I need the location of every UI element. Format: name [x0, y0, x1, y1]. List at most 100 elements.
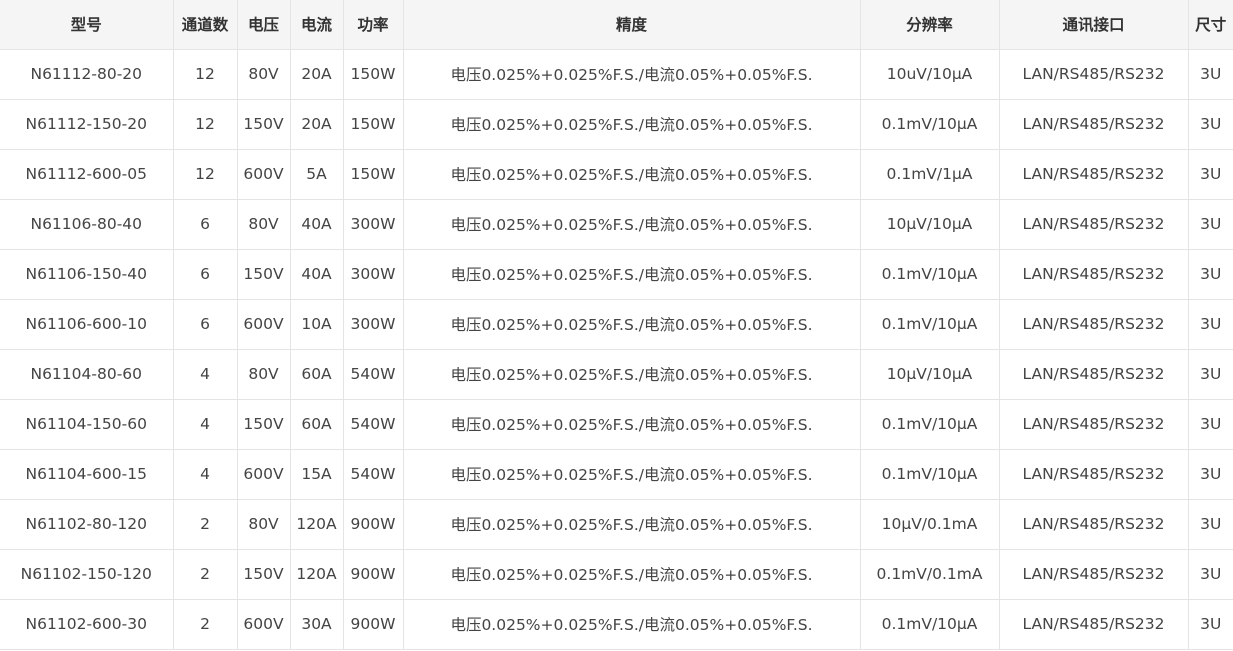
cell-channels: 2	[172, 598, 238, 650]
cell-accuracy: 电压0.025%+0.025%F.S./电流0.05%+0.05%F.S.	[402, 448, 861, 500]
cell-current: 15A	[289, 448, 344, 500]
cell-channels: 12	[172, 98, 238, 150]
cell-interface: LAN/RS485/RS232	[998, 298, 1189, 350]
cell-power: 540W	[342, 348, 404, 400]
cell-current: 20A	[289, 98, 344, 150]
cell-size: 3U	[1187, 448, 1233, 500]
header-current: 电流	[289, 0, 344, 50]
cell-interface: LAN/RS485/RS232	[998, 548, 1189, 600]
cell-channels: 12	[172, 48, 238, 100]
cell-size: 3U	[1187, 98, 1233, 150]
cell-voltage: 150V	[236, 548, 291, 600]
cell-size: 3U	[1187, 598, 1233, 650]
cell-accuracy: 电压0.025%+0.025%F.S./电流0.05%+0.05%F.S.	[402, 248, 861, 300]
cell-model: N61106-80-40	[0, 198, 174, 250]
cell-interface: LAN/RS485/RS232	[998, 598, 1189, 650]
cell-power: 150W	[342, 48, 404, 100]
cell-interface: LAN/RS485/RS232	[998, 498, 1189, 550]
cell-size: 3U	[1187, 248, 1233, 300]
table-row: N61104-600-15 4 600V 15A 540W 电压0.025%+0.025%…	[0, 448, 1233, 500]
cell-channels: 4	[172, 448, 238, 500]
table-row: N61112-600-05 12 600V 5A 150W 电压0.025%+0.025%…	[0, 148, 1233, 200]
table-row: N61104-80-60 4 80V 60A 540W 电压0.025%+0.025%F.…	[0, 348, 1233, 400]
cell-power: 900W	[342, 498, 404, 550]
header-model: 型号	[0, 0, 174, 50]
cell-voltage: 600V	[236, 448, 291, 500]
cell-accuracy: 电压0.025%+0.025%F.S./电流0.05%+0.05%F.S.	[402, 148, 861, 200]
cell-model: N61102-600-30	[0, 598, 174, 650]
cell-resolution: 0.1mV/1μA	[859, 148, 1000, 200]
cell-channels: 2	[172, 498, 238, 550]
cell-size: 3U	[1187, 198, 1233, 250]
cell-size: 3U	[1187, 298, 1233, 350]
cell-size: 3U	[1187, 148, 1233, 200]
cell-power: 300W	[342, 298, 404, 350]
cell-channels: 6	[172, 248, 238, 300]
cell-channels: 12	[172, 148, 238, 200]
cell-size: 3U	[1187, 548, 1233, 600]
cell-interface: LAN/RS485/RS232	[998, 398, 1189, 450]
cell-voltage: 80V	[236, 498, 291, 550]
cell-resolution: 0.1mV/10μA	[859, 598, 1000, 650]
cell-interface: LAN/RS485/RS232	[998, 48, 1189, 100]
cell-accuracy: 电压0.025%+0.025%F.S./电流0.05%+0.05%F.S.	[402, 98, 861, 150]
table-row: N61112-80-20 12 80V 20A 150W 电压0.025%+0.025%F…	[0, 48, 1233, 100]
cell-size: 3U	[1187, 498, 1233, 550]
cell-model: N61106-150-40	[0, 248, 174, 300]
cell-resolution: 0.1mV/10μA	[859, 98, 1000, 150]
cell-size: 3U	[1187, 348, 1233, 400]
cell-interface: LAN/RS485/RS232	[998, 198, 1189, 250]
cell-model: N61104-150-60	[0, 398, 174, 450]
table-row: N61112-150-20 12 150V 20A 150W 电压0.025%+0.025…	[0, 98, 1233, 150]
cell-power: 150W	[342, 98, 404, 150]
cell-model: N61102-150-120	[0, 548, 174, 600]
cell-interface: LAN/RS485/RS232	[998, 348, 1189, 400]
cell-voltage: 80V	[236, 48, 291, 100]
cell-resolution: 0.1mV/10μA	[859, 298, 1000, 350]
table-row: N61102-600-30 2 600V 30A 900W 电压0.025%+0.025%…	[0, 598, 1233, 650]
cell-resolution: 10μV/0.1mA	[859, 498, 1000, 550]
cell-voltage: 150V	[236, 98, 291, 150]
cell-resolution: 10uV/10μA	[859, 48, 1000, 100]
header-power: 功率	[342, 0, 404, 50]
cell-current: 20A	[289, 48, 344, 100]
header-accuracy: 精度	[402, 0, 861, 50]
cell-voltage: 600V	[236, 148, 291, 200]
cell-voltage: 600V	[236, 598, 291, 650]
cell-power: 150W	[342, 148, 404, 200]
cell-resolution: 10μV/10μA	[859, 198, 1000, 250]
table-row: N61104-150-60 4 150V 60A 540W 电压0.025%+0.025%…	[0, 398, 1233, 450]
cell-power: 300W	[342, 248, 404, 300]
cell-voltage: 150V	[236, 398, 291, 450]
cell-current: 120A	[289, 548, 344, 600]
cell-voltage: 600V	[236, 298, 291, 350]
header-interface: 通讯接口	[998, 0, 1189, 50]
cell-current: 5A	[289, 148, 344, 200]
header-row: 型号 通道数 电压 电流 功率 精度 分辨率 通讯接口 尺寸	[0, 0, 1233, 50]
cell-resolution: 0.1mV/10μA	[859, 448, 1000, 500]
header-resolution: 分辨率	[859, 0, 1000, 50]
cell-accuracy: 电压0.025%+0.025%F.S./电流0.05%+0.05%F.S.	[402, 398, 861, 450]
cell-accuracy: 电压0.025%+0.025%F.S./电流0.05%+0.05%F.S.	[402, 348, 861, 400]
cell-interface: LAN/RS485/RS232	[998, 448, 1189, 500]
header-size: 尺寸	[1187, 0, 1233, 50]
cell-accuracy: 电压0.025%+0.025%F.S./电流0.05%+0.05%F.S.	[402, 498, 861, 550]
cell-resolution: 10μV/10μA	[859, 348, 1000, 400]
cell-model: N61102-80-120	[0, 498, 174, 550]
spec-table: 型号 通道数 电压 电流 功率 精度 分辨率 通讯接口 尺寸 N61112-80…	[0, 0, 1233, 650]
cell-power: 900W	[342, 548, 404, 600]
cell-interface: LAN/RS485/RS232	[998, 98, 1189, 150]
cell-power: 900W	[342, 598, 404, 650]
table-row: N61102-150-120 2 150V 120A 900W 电压0.025%+0.02…	[0, 548, 1233, 600]
cell-voltage: 80V	[236, 198, 291, 250]
cell-model: N61104-80-60	[0, 348, 174, 400]
cell-accuracy: 电压0.025%+0.025%F.S./电流0.05%+0.05%F.S.	[402, 298, 861, 350]
cell-voltage: 80V	[236, 348, 291, 400]
cell-current: 40A	[289, 198, 344, 250]
cell-current: 40A	[289, 248, 344, 300]
header-channels: 通道数	[172, 0, 238, 50]
cell-power: 300W	[342, 198, 404, 250]
cell-accuracy: 电压0.025%+0.025%F.S./电流0.05%+0.05%F.S.	[402, 548, 861, 600]
cell-interface: LAN/RS485/RS232	[998, 148, 1189, 200]
cell-power: 540W	[342, 448, 404, 500]
